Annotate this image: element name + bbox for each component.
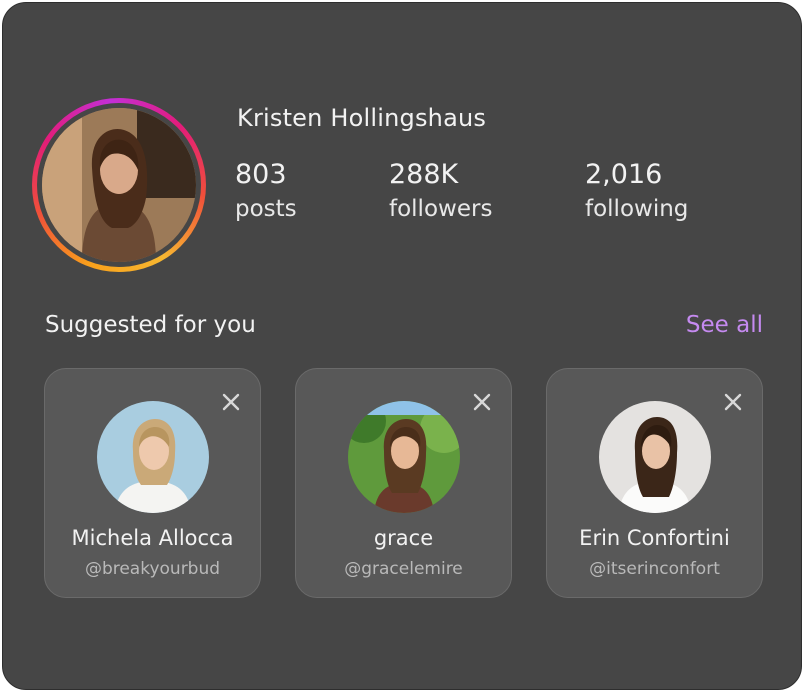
suggestion-avatar[interactable] [96,401,209,513]
suggestion-name: grace [373,526,434,550]
suggestion-name: Michela Allocca [71,526,234,550]
profile-name: Kristen Hollingshaus [237,104,487,132]
suggested-heading: Suggested for you [45,312,256,338]
suggestion-card[interactable]: grace @gracelemire [295,368,512,598]
followers-count: 288K [389,159,459,190]
close-icon[interactable] [722,391,744,413]
suggestion-card[interactable]: Erin Confortini @itserinconfort [546,368,763,598]
suggestion-handle: @breakyourbud [84,559,221,579]
followers-label: followers [389,196,493,222]
close-icon[interactable] [471,391,493,413]
suggestion-avatar[interactable] [347,401,460,513]
suggestion-name: Erin Confortini [579,526,730,550]
profile-card: Kristen Hollingshaus 803 posts 288K foll… [2,2,802,690]
suggestion-handle: @gracelemire [344,559,463,579]
posts-stat[interactable]: 803 posts [235,158,297,226]
profile-avatar[interactable] [32,98,206,272]
posts-count: 803 [235,159,287,190]
following-label: following [585,196,689,222]
suggestion-card[interactable]: Michela Allocca @breakyourbud [44,368,261,598]
posts-label: posts [235,196,297,222]
suggestion-handle: @itserinconfort [589,559,720,579]
see-all-link[interactable]: See all [686,312,763,338]
following-count: 2,016 [585,159,663,190]
close-icon[interactable] [220,391,242,413]
suggestion-avatar[interactable] [598,401,711,513]
following-stat[interactable]: 2,016 following [585,158,688,226]
followers-stat[interactable]: 288K followers [389,158,492,226]
profile-photo [42,108,196,262]
